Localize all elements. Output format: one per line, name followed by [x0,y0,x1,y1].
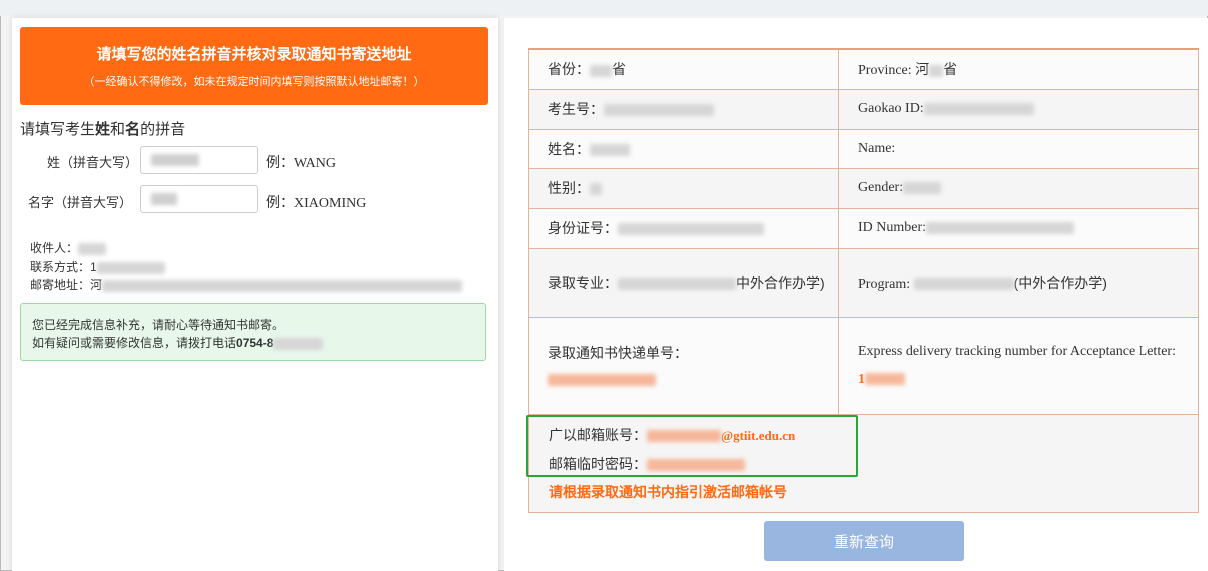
program-cn-cell: 录取专业： 中外合作办学) [528,247,839,318]
banner-title: 请填写您的姓名拼音并核对录取通知书寄送地址 [96,46,412,63]
table-row: 姓名： Name: [528,128,1199,169]
express-cn-cell: 录取通知书快递单号： [528,316,839,415]
banner-subtitle: （一经确认不得修改，如未在规定时间内填写则按照默认地址邮寄！） [83,76,425,88]
id-cn-cell: 身份证号： [528,207,839,249]
tracking-number: 1 [858,371,865,387]
requery-button[interactable]: 重新查询 [764,521,964,561]
phone-line: 联系方式：1 [30,258,165,275]
phone-label: 联系方式：1 [30,260,97,274]
surname-input[interactable] [140,146,258,174]
instruction-banner: 请填写您的姓名拼音并核对录取通知书寄送地址 （一经确认不得修改，如未在规定时间内… [20,27,488,105]
province-en-cell: Province: 河省 [838,48,1199,90]
table-row: 省份：省 Province: 河省 [528,48,1199,90]
table-row: 录取专业： 中外合作办学) Program: (中外合作办学) [528,247,1199,318]
notice-line-1: 您已经完成信息补充，请耐心等待通知书邮寄。 [32,318,285,332]
table-row: 录取通知书快递单号： Express delivery tracking num… [528,316,1199,415]
title-part: 和 [110,121,126,138]
notice-phone: 0754-8 [236,336,274,350]
given-name-label: 名字（拼音大写） [27,195,132,210]
title-part: 请填写考生 [20,121,96,138]
address-label: 邮寄地址：河 [30,278,103,292]
table-row: 身份证号： ID Number: [528,207,1199,249]
title-part: 的拼音 [140,121,186,138]
name-form-panel: 请填写您的姓名拼音并核对录取通知书寄送地址 （一经确认不得修改，如未在规定时间内… [12,18,498,571]
email-password-line: 邮箱临时密码： [549,454,745,474]
pinyin-section-title: 请填写考生姓和名的拼音 [20,118,185,139]
express-en-cell: Express delivery tracking number for Acc… [838,316,1199,415]
table-row: 性别： Gender: [528,167,1199,209]
surname-example: 例：WANG [266,156,336,171]
gender-en-cell: Gender: [838,167,1199,209]
email-account-line: 广以邮箱账号： @gtiit.edu.cn [549,425,795,445]
email-password-label: 邮箱临时密码： [549,456,647,472]
gaokao-en-cell: Gaokao ID: [838,88,1199,130]
address-line: 邮寄地址：河 [30,276,463,293]
top-strip [0,0,1208,16]
name-cn-cell: 姓名： [528,128,839,169]
given-name-example: 例：XIAOMING [266,196,367,211]
notice-text: 如有疑问或需要修改信息，请拨打电话 [32,336,237,350]
table-row: 考生号： Gaokao ID: [528,88,1199,130]
given-name-input[interactable] [140,185,258,213]
surname-label: 姓（拼音大写） [46,155,138,170]
gaokao-cn-cell: 考生号： [528,88,839,130]
activate-instruction: 请根据录取通知书内指引激活邮箱帐号 [549,484,787,500]
title-part-xing: 姓 [95,121,111,138]
email-account-label: 广以邮箱账号： [549,427,647,443]
title-part-ming: 名 [125,121,141,138]
recipient-line: 收件人： [30,239,107,256]
gender-cn-cell: 性别： [528,167,839,209]
notice-line-2: 如有疑问或需要修改信息，请拨打电话0754-8 [32,334,485,352]
id-en-cell: ID Number: [838,207,1199,249]
completion-notice: 您已经完成信息补充，请耐心等待通知书邮寄。 如有疑问或需要修改信息，请拨打电话0… [20,303,486,361]
email-domain: @gtiit.edu.cn [721,428,796,443]
recipient-label: 收件人： [30,241,79,255]
name-en-cell: Name: [838,128,1199,169]
province-cn-cell: 省份：省 [528,48,839,90]
program-en-cell: Program: (中外合作办学) [838,247,1199,318]
